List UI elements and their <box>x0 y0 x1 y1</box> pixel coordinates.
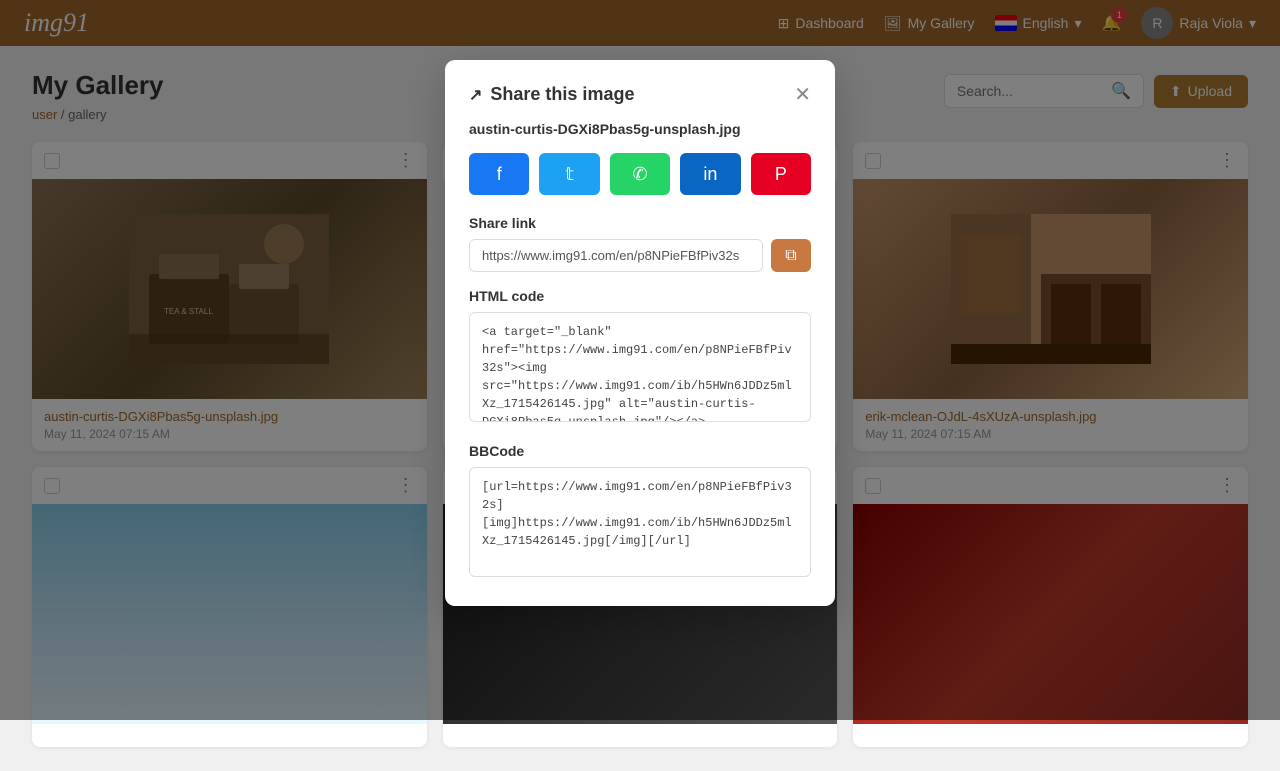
modal-close-button[interactable]: ✕ <box>794 85 811 105</box>
share-whatsapp-button[interactable]: ✆ <box>610 153 670 195</box>
copy-link-button[interactable]: ⧉ <box>771 239 811 272</box>
modal-overlay[interactable]: ↗ Share this image ✕ austin-curtis-DGXi8… <box>0 0 1280 720</box>
share-pinterest-button[interactable]: P <box>751 153 811 195</box>
bbcode-textarea[interactable] <box>469 467 811 577</box>
modal-title: ↗ Share this image <box>469 84 634 105</box>
html-code-textarea[interactable] <box>469 312 811 422</box>
share-link-input[interactable] <box>469 239 763 272</box>
share-link-label: Share link <box>469 215 811 231</box>
pinterest-icon: P <box>775 164 787 185</box>
share-twitter-button[interactable]: 𝕥 <box>539 153 599 195</box>
modal-filename: austin-curtis-DGXi8Pbas5g-unsplash.jpg <box>469 121 811 137</box>
share-icon: ↗ <box>469 85 482 105</box>
copy-icon: ⧉ <box>785 247 796 265</box>
whatsapp-icon: ✆ <box>632 164 647 185</box>
twitter-icon: 𝕥 <box>565 164 573 185</box>
facebook-icon: f <box>497 164 502 185</box>
share-facebook-button[interactable]: f <box>469 153 529 195</box>
share-link-wrapper: ⧉ <box>469 239 811 272</box>
share-modal: ↗ Share this image ✕ austin-curtis-DGXi8… <box>445 60 835 606</box>
modal-header: ↗ Share this image ✕ <box>469 84 811 105</box>
share-linkedin-button[interactable]: in <box>680 153 740 195</box>
html-code-label: HTML code <box>469 288 811 304</box>
linkedin-icon: in <box>703 164 717 185</box>
bbcode-label: BBCode <box>469 443 811 459</box>
share-buttons: f 𝕥 ✆ in P <box>469 153 811 195</box>
